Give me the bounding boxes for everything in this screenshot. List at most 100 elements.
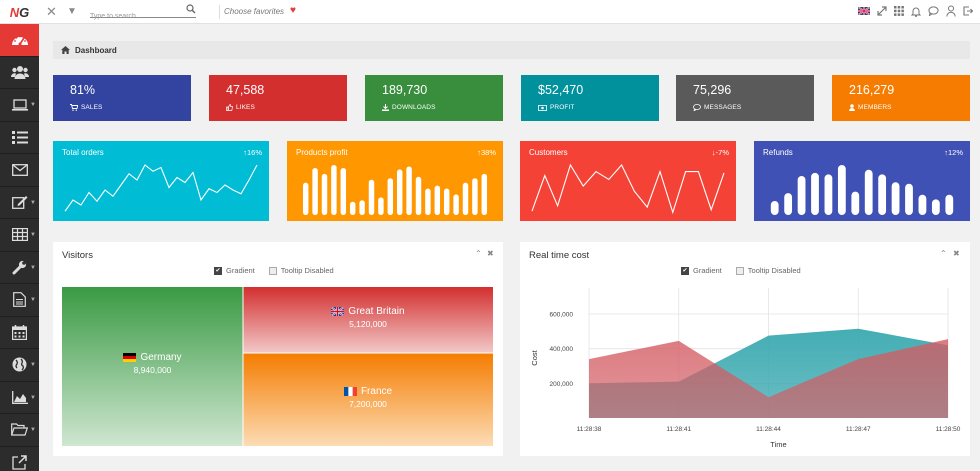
card-customers[interactable]: Customers ↓-7% — [520, 141, 736, 221]
sidebar-item-tables[interactable]: ▼ — [0, 219, 39, 252]
tile-downloads[interactable]: 189,730 DOWNLOADS — [365, 75, 503, 121]
sidebar-item-charts[interactable]: ▼ — [0, 382, 39, 414]
close-icon[interactable]: ✖ — [953, 249, 960, 258]
spark-bar — [462, 182, 469, 215]
logo[interactable]: NG — [0, 0, 39, 24]
card-title: Products profit — [296, 148, 348, 157]
spark-bar — [349, 201, 356, 215]
chevron-down-icon: ▼ — [30, 232, 36, 238]
top-bar: NG ✕ ▼ Choose favorites ♥ — [0, 0, 980, 24]
home-icon[interactable] — [61, 46, 70, 54]
sidebar-item-users[interactable] — [0, 57, 39, 89]
sidebar-item-calendar[interactable] — [0, 317, 39, 349]
spark-bar — [302, 182, 309, 215]
y-tick-label: 400,000 — [550, 346, 574, 353]
chevron-down-icon: ▼ — [30, 394, 36, 401]
tile-messages[interactable]: 75,296 MESSAGES — [676, 75, 814, 121]
sidebar-item-forms[interactable]: ▼ — [0, 187, 39, 219]
sidebar-item-files[interactable]: ▼ — [0, 414, 39, 447]
users-icon — [10, 66, 29, 80]
gradient-checkbox[interactable]: ✔ — [681, 266, 689, 275]
treemap-label-france: France 7,200,000 — [243, 386, 493, 409]
tooltip-checkbox[interactable] — [735, 266, 744, 275]
user-icon[interactable] — [946, 5, 956, 17]
chevron-down-icon: ▼ — [30, 199, 36, 206]
logout-icon[interactable] — [963, 6, 973, 16]
spark-bar — [864, 169, 873, 215]
sidebar-item-dashboard[interactable] — [0, 24, 39, 57]
heart-icon[interactable]: ♥ — [290, 5, 296, 16]
sidebar-item-pages[interactable]: ▼ — [0, 284, 39, 317]
sidebar-item-external[interactable] — [0, 447, 39, 471]
card-total-orders[interactable]: Total orders ↑16% — [53, 141, 269, 221]
chevron-down-icon: ▼ — [30, 427, 36, 433]
close-icon[interactable]: ✖ — [487, 249, 494, 258]
chevron-down-icon: ▼ — [30, 297, 36, 303]
chart-options: ✔ Gradient Tooltip Disabled — [214, 266, 334, 275]
cart-icon — [70, 104, 78, 111]
money-icon — [538, 104, 547, 111]
collapse-icon[interactable]: ⌃ — [475, 249, 482, 258]
download-icon — [382, 104, 389, 111]
spark-bar — [481, 173, 488, 215]
spark-bar — [312, 167, 318, 215]
breadcrumb-current[interactable]: Dashboard — [75, 46, 117, 55]
sidebar-item-devices[interactable]: ▼ — [0, 89, 39, 122]
x-tick-label: 11:28:50 — [936, 426, 961, 433]
spark-bar — [811, 172, 819, 215]
sidebar-item-tools[interactable]: ▼ — [0, 252, 39, 284]
chat-icon[interactable] — [928, 6, 939, 16]
uk-flag-icon[interactable] — [858, 7, 870, 15]
card-title: Customers — [529, 148, 568, 157]
tile-label: MESSAGES — [704, 104, 742, 111]
spark-bar — [797, 175, 806, 215]
card-refunds[interactable]: Refunds ↑12% — [754, 141, 970, 221]
tile-value: 75,296 — [693, 83, 732, 97]
bell-icon[interactable] — [911, 6, 921, 17]
spark-bar — [824, 174, 833, 215]
treemap-label-great-britain: Great Britain 5,120,000 — [243, 306, 493, 329]
tile-label: DOWNLOADS — [392, 104, 436, 111]
visitors-panel: Visitors ⌃ ✖ ✔ Gradient Tooltip Disabled … — [53, 242, 503, 456]
tile-likes[interactable]: 47,588 LIKES — [209, 75, 347, 121]
card-products-profit[interactable]: Products profit ↑38% — [287, 141, 503, 221]
spark-bar — [368, 179, 375, 215]
x-tick-label: 11:28:47 — [846, 426, 871, 433]
close-icon[interactable]: ✕ — [46, 5, 57, 19]
y-axis-title: Cost — [530, 349, 539, 365]
card-percent: ↑38% — [477, 148, 496, 157]
tile-profit[interactable]: $52,470 PROFIT — [521, 75, 659, 121]
grid-icon[interactable] — [894, 6, 904, 16]
spark-bar — [359, 200, 365, 215]
search-input[interactable] — [90, 10, 182, 23]
favorites-select[interactable]: Choose favorites — [224, 7, 284, 16]
panel-title: Real time cost — [529, 250, 590, 261]
dashboard-icon — [11, 35, 28, 46]
card-title: Refunds — [763, 148, 793, 157]
spark-bar — [931, 199, 940, 215]
search-icon[interactable] — [186, 4, 196, 14]
wrench-icon — [12, 260, 27, 275]
tile-value: 47,588 — [226, 83, 265, 97]
tooltip-checkbox[interactable] — [268, 266, 277, 275]
collapse-icon[interactable]: ⌃ — [940, 249, 947, 258]
sidebar-item-lists[interactable] — [0, 122, 39, 154]
spark-bar — [331, 165, 337, 215]
spark-bar — [878, 174, 887, 215]
area-chart-icon — [11, 390, 28, 404]
spark-bar — [945, 194, 954, 215]
spark-bar — [340, 167, 347, 215]
sidebar-item-maps[interactable]: ▼ — [0, 349, 39, 382]
external-link-icon — [12, 455, 27, 470]
caret-down-icon[interactable]: ▼ — [67, 5, 77, 19]
fullscreen-icon[interactable] — [877, 6, 887, 16]
edit-icon — [11, 196, 27, 210]
spark-bar — [918, 194, 927, 215]
tile-sales[interactable]: 81% SALES — [53, 75, 191, 121]
gradient-checkbox[interactable]: ✔ — [214, 266, 222, 275]
sidebar-item-mail[interactable] — [0, 154, 39, 187]
tooltip-label: Tooltip Disabled — [747, 266, 801, 275]
x-tick-label: 11:28:41 — [666, 426, 691, 433]
tile-value: 81% — [70, 83, 96, 97]
tile-members[interactable]: 216,279 MEMBERS — [832, 75, 970, 121]
